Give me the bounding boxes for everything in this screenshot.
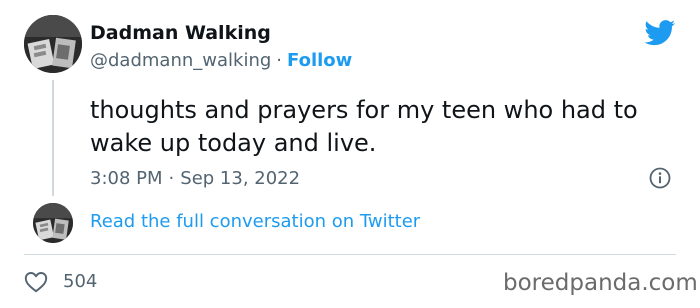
- timestamp-separator: ·: [168, 168, 175, 189]
- tweet-time[interactable]: 3:08 PM: [90, 168, 163, 189]
- thread-connector-line: [52, 80, 54, 196]
- author-display-name[interactable]: Dadman Walking: [90, 22, 271, 44]
- author-handle-row: @dadmann_walking · Follow: [90, 50, 352, 71]
- twitter-bird-icon[interactable]: [644, 20, 676, 46]
- info-icon[interactable]: [649, 167, 671, 189]
- read-conversation-link[interactable]: Read the full conversation on Twitter: [90, 211, 420, 232]
- tweet-text: thoughts and prayers for my teen who had…: [90, 96, 638, 157]
- author-handle[interactable]: @dadmann_walking: [90, 50, 271, 71]
- author-avatar[interactable]: [24, 15, 82, 73]
- tweet-date[interactable]: Sep 13, 2022: [180, 168, 300, 189]
- follow-button[interactable]: Follow: [287, 50, 352, 71]
- like-count: 504: [63, 271, 98, 292]
- tweet-timestamp[interactable]: 3:08 PM · Sep 13, 2022: [90, 168, 300, 189]
- heart-icon[interactable]: [24, 271, 48, 293]
- divider: [24, 254, 676, 255]
- handle-separator: ·: [276, 50, 283, 71]
- watermark: boredpanda.com: [503, 270, 698, 296]
- conversation-avatar[interactable]: [33, 203, 73, 243]
